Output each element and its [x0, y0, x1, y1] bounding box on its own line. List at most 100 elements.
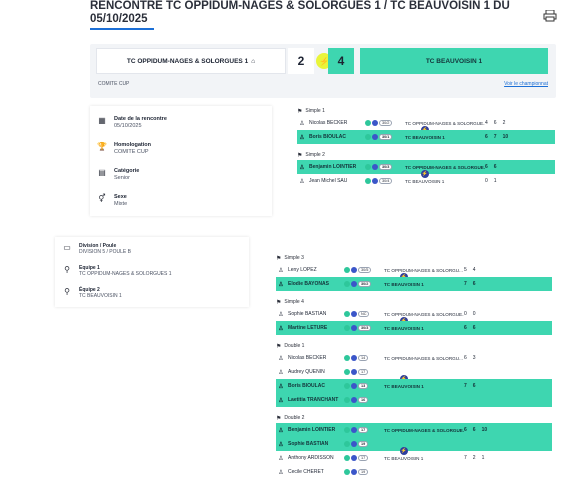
- player-name[interactable]: Martine LETURE: [286, 325, 344, 331]
- club-name: TC OPPIDUM-NAGES & SOLORGUE...: [405, 120, 485, 126]
- club-name: TC OPPIDUM-NAGES & SOLORGUE...: [384, 427, 464, 433]
- rank-badge: 13: [358, 383, 369, 389]
- match-title-text: Double 1: [284, 343, 305, 349]
- match-title-text: Simple 3: [284, 255, 304, 261]
- player-row[interactable]: ♙ Cecile CHERET 19: [276, 465, 552, 479]
- player-rank: 30/2: [365, 120, 405, 126]
- set-score: 6: [464, 355, 467, 361]
- club-name: TC OPPIDUM-NAGES & SOLORGUE...: [405, 164, 485, 170]
- set-scores: 66: [464, 325, 476, 331]
- player-icon: ♙: [278, 427, 284, 434]
- player-row[interactable]: ♙ Sophie BASTIAN NC TC OPPIDUM-NAGES & SOLO…: [276, 307, 552, 321]
- set-scores: 66: [485, 164, 497, 170]
- player-row[interactable]: ♙ Audrey QUENIN 17: [276, 365, 552, 379]
- player-name[interactable]: Leny LOPEZ: [286, 267, 344, 273]
- player-row[interactable]: ♙ Laetitia TRANCHANT 16: [276, 393, 552, 407]
- club-name: TC OPPIDUM-NAGES & SOLORGUE...: [384, 311, 464, 317]
- player-rank: 30/4: [365, 178, 405, 184]
- status-dot-icon: [351, 441, 357, 447]
- player-rank: 19: [344, 469, 384, 475]
- rank-badge: 19: [358, 441, 369, 447]
- status-dot-icon: [365, 164, 371, 170]
- player-name[interactable]: Benjamin LOINTIER: [307, 164, 365, 170]
- player-rank: 30/1: [365, 134, 405, 140]
- set-scores: 01: [485, 178, 497, 184]
- match-title-text: Double 2: [284, 415, 305, 421]
- away-team-name: TC BEAUVOISIN 1: [425, 57, 483, 65]
- status-dot-icon: [344, 383, 350, 389]
- set-score: 4: [472, 267, 476, 273]
- club-name: TC BEAUVOISIN 1: [384, 455, 424, 461]
- away-team[interactable]: TC BEAUVOISIN 1: [360, 48, 548, 74]
- player-name[interactable]: Jean Michel SAU: [307, 178, 365, 184]
- trophy-icon: 🏆: [97, 142, 107, 151]
- player-rank: 17: [344, 455, 384, 461]
- player-icon: ♙: [278, 397, 284, 404]
- player-row[interactable]: ♙ Nicolas BECKER 14 TC OPPIDUM-NAGES & SOLO…: [276, 351, 552, 365]
- rank-badge: NC: [358, 311, 370, 317]
- racket-icon: ⚲: [64, 287, 70, 296]
- player-name[interactable]: Audrey QUENIN: [286, 369, 344, 375]
- match-type-icon: ⚑: [276, 255, 282, 262]
- player-icon: ♙: [278, 355, 284, 362]
- away-score: 4: [328, 48, 354, 74]
- match-title: ⚑ Simple 2: [297, 150, 555, 160]
- status-dot-icon: [351, 311, 357, 317]
- player-name[interactable]: Sophie BASTIAN: [286, 311, 344, 317]
- status-dot-icon: [372, 178, 378, 184]
- player-icon: ♙: [299, 134, 305, 141]
- player-icon: ♙: [278, 369, 284, 376]
- printer-icon[interactable]: [543, 9, 557, 22]
- player-icon: ♙: [278, 281, 284, 288]
- rank-badge: 14: [358, 355, 369, 361]
- set-scores: 76: [464, 383, 476, 389]
- set-score: 0: [464, 311, 467, 317]
- status-dot-icon: [344, 441, 350, 447]
- scoreboard: TC OPPIDUM-NAGES & SOLORGUES 1 ⌂ 2 ⚡ 4 T…: [90, 44, 556, 98]
- status-dot-icon: [351, 427, 357, 433]
- set-score: 7: [493, 134, 497, 140]
- set-score: 6: [464, 427, 467, 433]
- match-type-icon: ⚑: [297, 152, 303, 159]
- player-name[interactable]: Sophie BASTIAN: [286, 441, 344, 447]
- player-name[interactable]: Elodie BAYONAS: [286, 281, 344, 287]
- home-team[interactable]: TC OPPIDUM-NAGES & SOLORGUES 1 ⌂: [96, 48, 286, 74]
- player-row[interactable]: ♙ Elodie BAYONAS 30/2 TC BEAUVOISIN 1 76: [276, 277, 552, 291]
- division-value: DIVISION 5 / POULE B: [79, 249, 131, 255]
- match-title: ⚑ Simple 3: [276, 253, 552, 263]
- player-name[interactable]: Boris BIOULAC: [307, 134, 365, 140]
- status-dot-icon: [372, 134, 378, 140]
- player-row[interactable]: ♙ Martine LETURE 30/3 TC BEAUVOISIN 1 66: [276, 321, 552, 335]
- player-row[interactable]: ♙ Boris BIOULAC 13 TC BEAUVOISIN 1 76: [276, 379, 552, 393]
- status-dot-icon: [372, 164, 378, 170]
- player-name[interactable]: Nicolas BECKER: [286, 355, 344, 361]
- player-row[interactable]: ♙ Sophie BASTIAN 19: [276, 437, 552, 451]
- player-name[interactable]: Anthony ARDISSON: [286, 455, 344, 461]
- set-score: 6: [485, 164, 488, 170]
- rank-badge: 30/4: [379, 178, 393, 184]
- player-name[interactable]: Boris BIOULAC: [286, 383, 344, 389]
- player-icon: ♙: [299, 120, 305, 127]
- player-name[interactable]: Laetitia TRANCHANT: [286, 397, 344, 403]
- match-block: ⚑ Double 2 ♙ Benjamin LOINTIER 17 TC OPPIDUM-…: [276, 413, 552, 485]
- status-dot-icon: [351, 455, 357, 461]
- player-row[interactable]: ♙ Anthony ARDISSON 17 TC BEAUVOISIN 1721: [276, 451, 552, 465]
- championship-link[interactable]: Voir le championnat: [504, 81, 548, 87]
- rank-badge: 30/3: [379, 164, 393, 170]
- player-row[interactable]: ♙ Benjamin LOINTIER 17 TC OPPIDUM-NAGES & S…: [276, 423, 552, 437]
- status-dot-icon: [351, 383, 357, 389]
- player-row[interactable]: ♙ Boris BIOULAC 30/1 TC BEAUVOISIN 1 6 7 10: [297, 130, 555, 144]
- player-name[interactable]: Cecile CHERET: [286, 469, 344, 475]
- rank-badge: 30/2: [358, 281, 372, 287]
- status-dot-icon: [365, 134, 371, 140]
- player-name[interactable]: Nicolas BECKER: [307, 120, 365, 126]
- club-name: TC BEAUVOISIN 1: [384, 281, 424, 287]
- player-row[interactable]: ♙ Leny LOPEZ 30/5 TC OPPIDUM-NAGES & SOLORG…: [276, 263, 552, 277]
- set-score: 1: [481, 455, 485, 461]
- match-block: ⚑ Simple 4 ♙ Sophie BASTIAN NC TC OPPIDUM-NAG…: [276, 297, 552, 341]
- set-score: 7: [464, 383, 467, 389]
- set-scores: 6 7 10: [485, 134, 508, 140]
- player-name[interactable]: Benjamin LOINTIER: [286, 427, 344, 433]
- player-row[interactable]: ♙ Jean Michel SAU 30/4 TC BEAUVOISIN 1 01: [297, 174, 555, 188]
- home-team-name: TC OPPIDUM-NAGES & SOLORGUES 1: [126, 57, 249, 65]
